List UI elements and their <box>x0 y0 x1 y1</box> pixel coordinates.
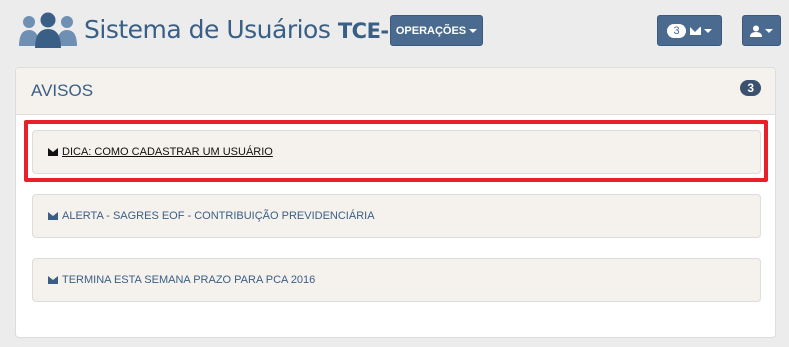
envelope-icon <box>689 26 701 35</box>
users-logo-icon <box>19 12 77 48</box>
panel-title: AVISOS <box>31 81 94 100</box>
top-navbar: Sistema de Usuários TCE-PE OPERAÇÕES 3 <box>0 0 789 62</box>
notice-item-label: ALERTA - SAGRES EOF - CONTRIBUIÇÃO PREVI… <box>62 210 375 222</box>
app-title: Sistema de Usuários TCE-PE <box>84 15 418 44</box>
notices-panel-header: AVISOS 3 <box>16 68 775 115</box>
caret-down-icon <box>703 28 712 33</box>
operations-label: OPERAÇÕES <box>395 24 467 37</box>
messages-count-badge: 3 <box>667 23 686 38</box>
messages-dropdown-button[interactable]: 3 <box>657 15 722 46</box>
envelope-icon <box>48 276 58 284</box>
caret-down-icon <box>469 28 478 33</box>
notice-item[interactable]: TERMINA ESTA SEMANA PRAZO PARA PCA 2016 <box>32 258 761 302</box>
notice-item[interactable]: ALERTA - SAGRES EOF - CONTRIBUIÇÃO PREVI… <box>32 194 761 238</box>
app-title-main: Sistema de Usuários <box>84 15 338 44</box>
notice-item[interactable]: DICA: COMO CADASTRAR UM USUÁRIO <box>32 130 761 174</box>
notice-item-label: TERMINA ESTA SEMANA PRAZO PARA PCA 2016 <box>62 274 316 286</box>
operations-dropdown-button[interactable]: OPERAÇÕES <box>390 15 483 46</box>
notice-item-label: DICA: COMO CADASTRAR UM USUÁRIO <box>62 146 273 158</box>
notices-count-badge: 3 <box>740 80 761 96</box>
caret-down-icon <box>765 28 773 33</box>
envelope-icon <box>48 148 58 156</box>
envelope-icon <box>48 212 58 220</box>
notices-panel: AVISOS 3 DICA: COMO CADASTRAR UM USUÁRIO… <box>15 67 776 338</box>
user-menu-button[interactable] <box>742 15 781 46</box>
user-icon <box>750 25 762 37</box>
